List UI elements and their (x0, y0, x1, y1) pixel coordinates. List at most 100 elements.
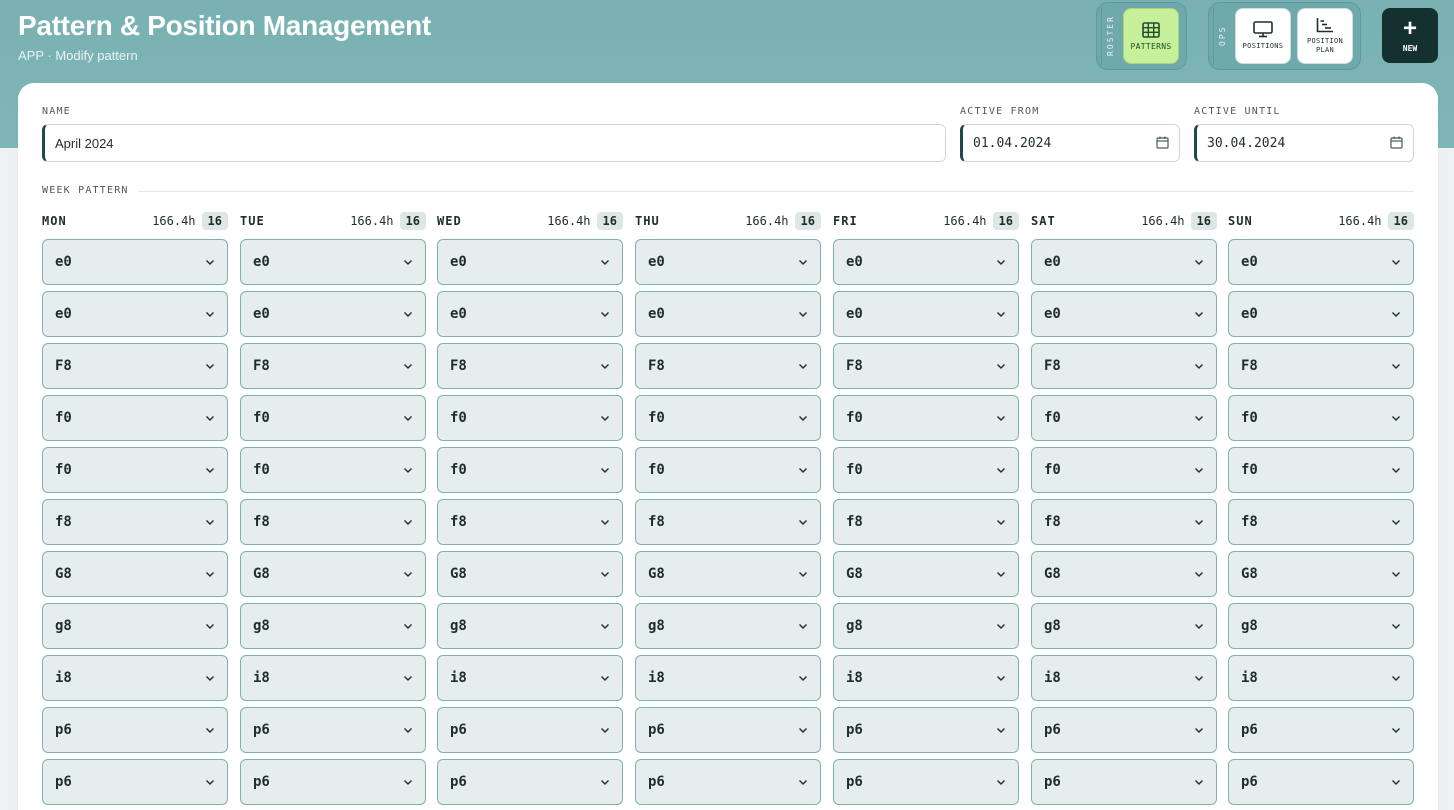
day-name: SUN (1228, 214, 1253, 228)
shift-select[interactable]: g8 (1228, 603, 1414, 649)
patterns-button[interactable]: PATTERNS (1123, 8, 1179, 64)
shift-select[interactable]: e0 (1228, 239, 1414, 285)
shift-select[interactable]: p6 (1031, 707, 1217, 753)
shift-select[interactable]: F8 (1031, 343, 1217, 389)
shift-select[interactable]: f0 (635, 447, 821, 493)
shift-select[interactable]: g8 (437, 603, 623, 649)
new-button[interactable]: + NEW (1382, 8, 1438, 63)
shift-select[interactable]: e0 (42, 239, 228, 285)
positions-button[interactable]: POSITIONS (1235, 8, 1291, 64)
shift-select[interactable]: i8 (437, 655, 623, 701)
shift-select[interactable]: i8 (635, 655, 821, 701)
shift-select[interactable]: f0 (833, 395, 1019, 441)
shift-select[interactable]: F8 (833, 343, 1019, 389)
shift-select[interactable]: e0 (635, 239, 821, 285)
chevron-down-icon (206, 312, 214, 317)
shift-select[interactable]: p6 (42, 707, 228, 753)
shift-select[interactable]: p6 (437, 707, 623, 753)
name-field[interactable]: April 2024 (42, 124, 946, 162)
chevron-down-icon (997, 728, 1005, 733)
shift-select[interactable]: g8 (240, 603, 426, 649)
shift-select[interactable]: e0 (635, 291, 821, 337)
shift-select[interactable]: f0 (240, 395, 426, 441)
shift-select[interactable]: f0 (437, 395, 623, 441)
shift-select[interactable]: g8 (42, 603, 228, 649)
shift-select[interactable]: f0 (437, 447, 623, 493)
shift-select[interactable]: p6 (240, 759, 426, 805)
shift-select[interactable]: p6 (1031, 759, 1217, 805)
shift-select[interactable]: f8 (240, 499, 426, 545)
shift-select[interactable]: p6 (635, 759, 821, 805)
shift-select[interactable]: F8 (1228, 343, 1414, 389)
shift-select[interactable]: f0 (833, 447, 1019, 493)
shift-select[interactable]: f0 (1228, 395, 1414, 441)
shift-select[interactable]: f8 (1031, 499, 1217, 545)
shift-select[interactable]: p6 (833, 759, 1019, 805)
shift-select[interactable]: G8 (240, 551, 426, 597)
shift-select[interactable]: p6 (42, 759, 228, 805)
shift-select[interactable]: p6 (635, 707, 821, 753)
shift-select[interactable]: i8 (240, 655, 426, 701)
shift-select[interactable]: e0 (240, 291, 426, 337)
shift-select[interactable]: i8 (833, 655, 1019, 701)
shift-select[interactable]: i8 (1228, 655, 1414, 701)
shift-code: f8 (1044, 514, 1061, 530)
shift-code: e0 (55, 306, 72, 322)
shift-select[interactable]: G8 (1228, 551, 1414, 597)
chevron-down-icon (1195, 468, 1203, 473)
chevron-down-icon (404, 260, 412, 265)
shift-select[interactable]: f8 (833, 499, 1019, 545)
shift-select[interactable]: p6 (1228, 707, 1414, 753)
shift-select[interactable]: e0 (437, 239, 623, 285)
shift-select[interactable]: p6 (240, 707, 426, 753)
shift-select[interactable]: e0 (833, 291, 1019, 337)
shift-code: e0 (846, 306, 863, 322)
roster-nav-group: ROSTER PATTERNS (1096, 2, 1187, 70)
shift-select[interactable]: f0 (240, 447, 426, 493)
shift-select[interactable]: f8 (635, 499, 821, 545)
shift-select[interactable]: G8 (437, 551, 623, 597)
shift-select[interactable]: F8 (437, 343, 623, 389)
shift-select[interactable]: F8 (42, 343, 228, 389)
shift-select[interactable]: f0 (42, 447, 228, 493)
shift-select[interactable]: e0 (833, 239, 1019, 285)
shift-select[interactable]: e0 (42, 291, 228, 337)
shift-select[interactable]: f8 (42, 499, 228, 545)
shift-select[interactable]: i8 (42, 655, 228, 701)
shift-select[interactable]: e0 (1031, 239, 1217, 285)
chevron-down-icon (601, 676, 609, 681)
shift-select[interactable]: e0 (1228, 291, 1414, 337)
shift-select[interactable]: f0 (42, 395, 228, 441)
shift-select[interactable]: p6 (437, 759, 623, 805)
shift-select[interactable]: F8 (635, 343, 821, 389)
shift-select[interactable]: g8 (833, 603, 1019, 649)
day-hours: 166.4h (1338, 214, 1382, 228)
shift-select[interactable]: G8 (833, 551, 1019, 597)
active-until-field[interactable]: 30.04.2024 (1194, 124, 1414, 162)
active-from-field[interactable]: 01.04.2024 (960, 124, 1180, 162)
shift-select[interactable]: G8 (42, 551, 228, 597)
shift-select[interactable]: e0 (437, 291, 623, 337)
shift-select[interactable]: f8 (1228, 499, 1414, 545)
shift-select[interactable]: e0 (240, 239, 426, 285)
shift-select[interactable]: e0 (1031, 291, 1217, 337)
day-header: SUN 166.4h 16 (1228, 211, 1414, 231)
shift-select[interactable]: F8 (240, 343, 426, 389)
shift-select[interactable]: f0 (1031, 395, 1217, 441)
chevron-down-icon (1392, 364, 1400, 369)
shift-select[interactable]: G8 (1031, 551, 1217, 597)
shift-select[interactable]: f8 (437, 499, 623, 545)
day-meta: 166.4h 16 (350, 212, 426, 230)
calendar-icon[interactable] (1156, 136, 1169, 149)
calendar-icon[interactable] (1390, 136, 1403, 149)
shift-select[interactable]: p6 (1228, 759, 1414, 805)
position-plan-button[interactable]: POSITION PLAN (1297, 8, 1353, 64)
shift-select[interactable]: f0 (1228, 447, 1414, 493)
shift-select[interactable]: p6 (833, 707, 1019, 753)
shift-select[interactable]: g8 (635, 603, 821, 649)
shift-select[interactable]: f0 (1031, 447, 1217, 493)
shift-select[interactable]: G8 (635, 551, 821, 597)
shift-select[interactable]: g8 (1031, 603, 1217, 649)
shift-select[interactable]: f0 (635, 395, 821, 441)
shift-select[interactable]: i8 (1031, 655, 1217, 701)
